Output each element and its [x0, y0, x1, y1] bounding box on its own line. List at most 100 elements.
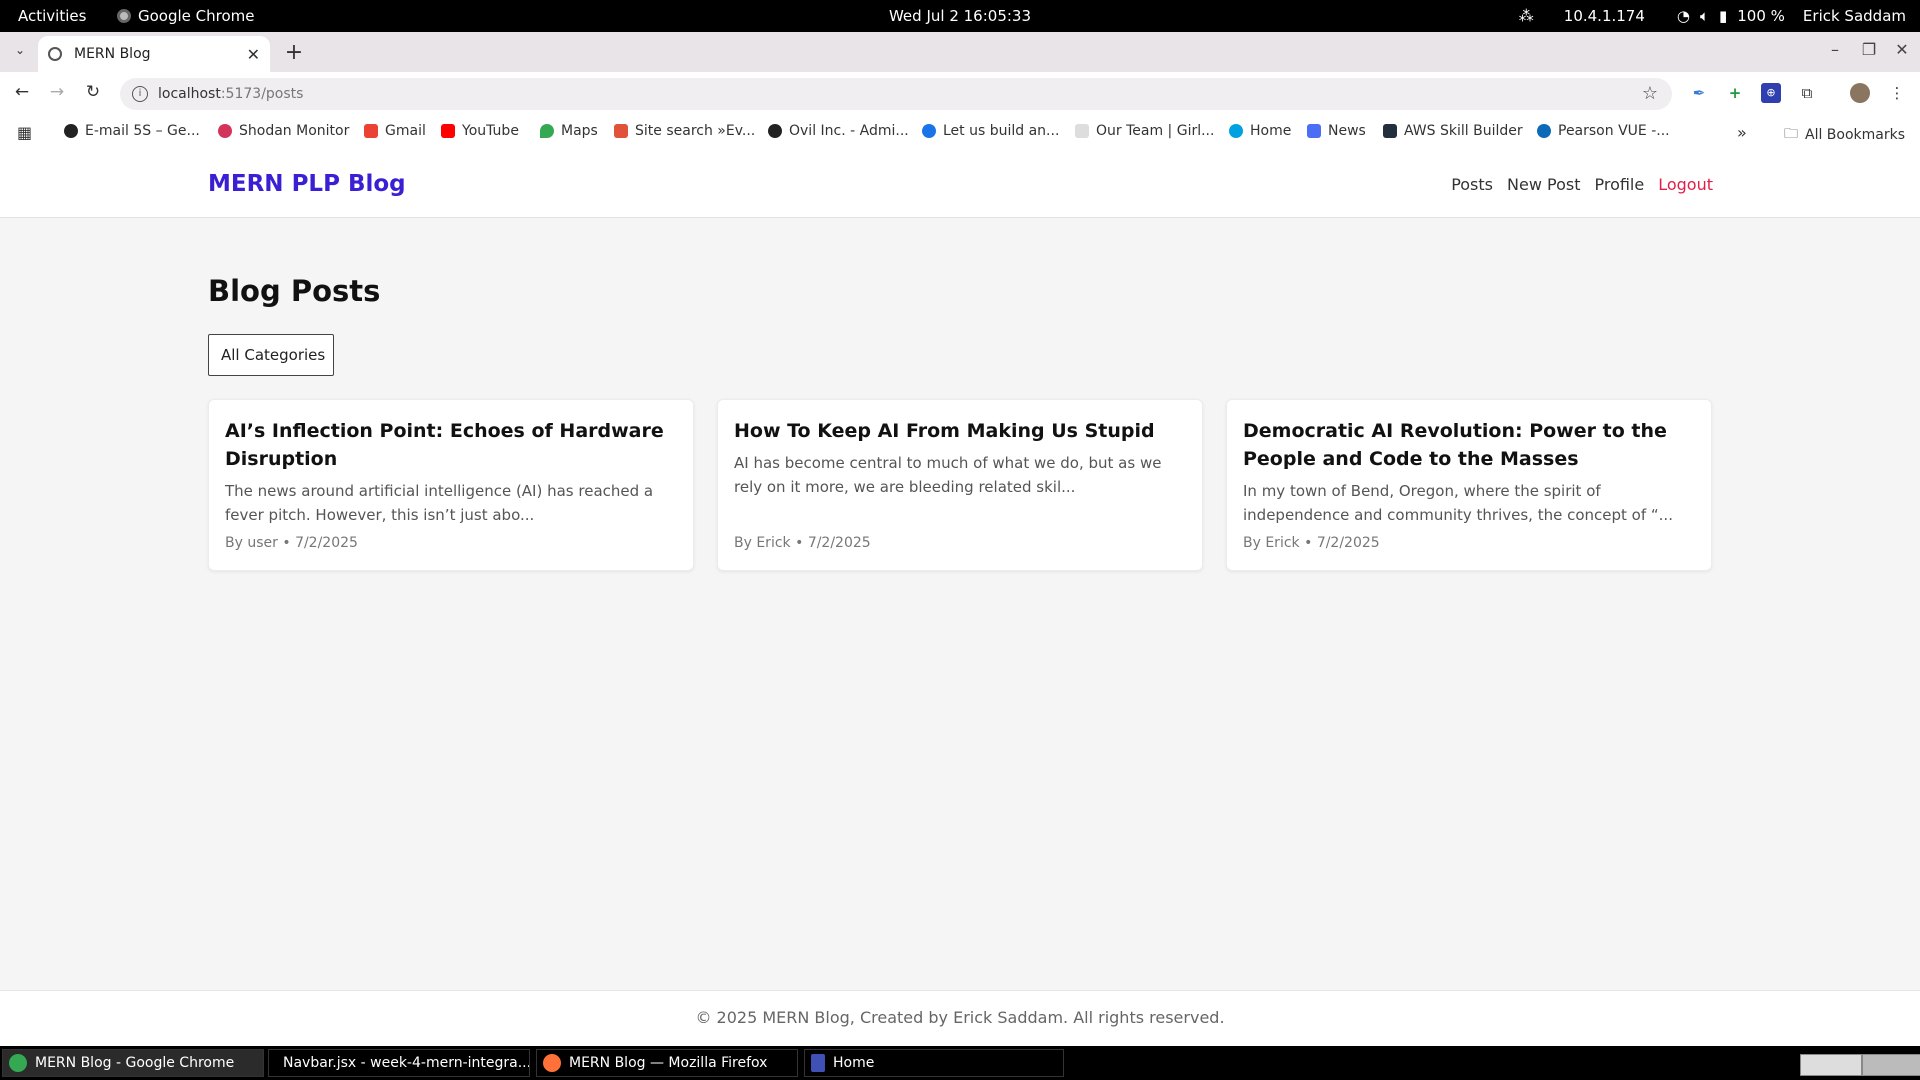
aws-icon — [1383, 124, 1397, 138]
browser-toolbar: ← → ↻ i localhost:5173/posts ☆ ✒ + ⊕ ⧉ ⋮ — [0, 72, 1920, 116]
post-card[interactable]: AI’s Inflection Point: Echoes of Hardwar… — [208, 399, 694, 571]
ip-address: 10.4.1.174 — [1563, 7, 1645, 25]
restore-icon[interactable]: ❐ — [1858, 40, 1880, 59]
post-author: By Erick — [734, 535, 791, 551]
bookmark-item[interactable]: Shodan Monitor — [218, 123, 349, 139]
browser-tab[interactable]: MERN Blog ✕ — [38, 36, 270, 72]
workspace-1[interactable] — [1800, 1054, 1862, 1076]
window-close-icon[interactable]: ✕ — [1891, 40, 1913, 59]
web-page: MERN PLP Blog Posts New Post Profile Log… — [0, 148, 1920, 1046]
bookmark-item[interactable]: Site search »Ev... — [614, 123, 755, 139]
profile-avatar[interactable] — [1850, 83, 1870, 103]
post-title[interactable]: Democratic AI Revolution: Power to the P… — [1243, 417, 1703, 473]
tab-strip: ⌄ MERN Blog ✕ + – ❐ ✕ — [0, 32, 1920, 72]
extension-pen-icon[interactable]: ✒ — [1689, 83, 1709, 103]
volume-icon: 🔈︎ — [1699, 7, 1709, 25]
bookmark-item[interactable]: News — [1307, 123, 1366, 139]
post-date: 7/2/2025 — [1316, 535, 1380, 551]
url-host: localhost — [158, 86, 221, 102]
post-date: 7/2/2025 — [807, 535, 871, 551]
page-title: Blog Posts — [208, 274, 381, 308]
post-card[interactable]: Democratic AI Revolution: Power to the P… — [1226, 399, 1712, 571]
more-bookmarks-chevron-icon[interactable]: » — [1737, 123, 1747, 142]
tab-search-chevron-down-icon[interactable]: ⌄ — [10, 43, 30, 63]
system-tray[interactable]: ⁂ 10.4.1.174 ◔ 🔈︎ ▮ 100 % Erick Saddam — [1519, 7, 1906, 25]
network-devices-icon: ⁂ — [1518, 7, 1534, 25]
site-navbar: MERN PLP Blog Posts New Post Profile Log… — [0, 148, 1920, 218]
site-brand[interactable]: MERN PLP Blog — [208, 171, 406, 197]
bookmark-item[interactable]: Gmail — [364, 123, 426, 139]
bookmark-item[interactable]: AWS Skill Builder — [1383, 123, 1523, 139]
extensions-puzzle-icon[interactable]: ⧉ — [1797, 83, 1817, 103]
taskbar-item[interactable]: MERN Blog - Google Chrome — [2, 1049, 264, 1077]
bookmark-favicon-icon — [218, 124, 232, 138]
firefox-icon — [543, 1054, 561, 1072]
taskbar: MERN Blog - Google Chrome Navbar.jsx - w… — [0, 1046, 1920, 1080]
bookmark-favicon-icon — [922, 124, 936, 138]
extension-plus-icon[interactable]: + — [1725, 83, 1745, 103]
post-author: By Erick — [1243, 535, 1300, 551]
post-title[interactable]: AI’s Inflection Point: Echoes of Hardwar… — [225, 417, 685, 473]
post-meta: By Erick • 7/2/2025 — [734, 535, 871, 551]
back-arrow-icon[interactable]: ← — [10, 82, 34, 106]
user-name: Erick Saddam — [1802, 7, 1906, 25]
nav-link-new-post[interactable]: New Post — [1507, 175, 1580, 194]
bookmark-item[interactable]: Our Team | Girl... — [1075, 123, 1214, 139]
globe-icon — [48, 47, 62, 61]
bookmark-item[interactable]: Maps — [540, 123, 598, 139]
bookmark-favicon-icon — [64, 124, 78, 138]
url-path: :5173/posts — [220, 86, 304, 102]
post-title[interactable]: How To Keep AI From Making Us Stupid — [734, 417, 1194, 445]
bookmark-item[interactable]: Home — [1229, 123, 1291, 139]
battery-level: 100 % — [1737, 7, 1785, 25]
bookmark-item[interactable]: Pearson VUE -... — [1537, 123, 1670, 139]
nav-link-profile[interactable]: Profile — [1594, 175, 1644, 194]
pearson-icon — [1537, 124, 1551, 138]
workspace-2[interactable] — [1862, 1054, 1920, 1076]
chrome-icon — [9, 1054, 27, 1072]
bookmarks-bar: ▦ E-mail 5S – Ge... Shodan Monitor Gmail… — [0, 116, 1920, 148]
site-footer: © 2025 MERN Blog, Created by Erick Sadda… — [0, 990, 1920, 1046]
new-tab-plus-icon[interactable]: + — [282, 40, 306, 65]
system-top-bar: Activities Google Chrome Wed Jul 2 16:05… — [0, 0, 1920, 32]
site-nav-links: Posts New Post Profile Logout — [1451, 175, 1713, 194]
post-author: By user — [225, 535, 278, 551]
nav-link-logout[interactable]: Logout — [1658, 175, 1713, 194]
url-text[interactable]: localhost:5173/posts — [158, 86, 303, 102]
apps-grid-icon[interactable]: ▦ — [17, 123, 32, 142]
category-select[interactable]: All Categories — [208, 334, 334, 376]
post-excerpt: AI has become central to much of what we… — [734, 454, 1162, 496]
nav-link-posts[interactable]: Posts — [1451, 175, 1493, 194]
bookmark-item[interactable]: Let us build an... — [922, 123, 1059, 139]
bookmark-item[interactable]: E-mail 5S – Ge... — [64, 123, 200, 139]
bookmark-star-icon[interactable]: ☆ — [1642, 83, 1658, 104]
taskbar-item[interactable]: MERN Blog — Mozilla Firefox — [536, 1049, 798, 1077]
post-excerpt: In my town of Bend, Oregon, where the sp… — [1243, 482, 1673, 524]
bookmark-favicon-icon — [1075, 124, 1089, 138]
bookmark-favicon-icon — [614, 124, 628, 138]
bookmark-item[interactable]: YouTube — [441, 123, 519, 139]
taskbar-item[interactable]: Home — [804, 1049, 1064, 1077]
youtube-icon — [441, 124, 455, 138]
minimize-icon[interactable]: – — [1824, 40, 1846, 59]
extension-shield-icon[interactable]: ⊕ — [1761, 83, 1781, 103]
forward-arrow-icon[interactable]: → — [45, 82, 69, 106]
maps-icon — [540, 124, 554, 138]
cloud-icon — [1229, 124, 1243, 138]
bookmark-favicon-icon — [768, 124, 782, 138]
reload-icon[interactable]: ↻ — [81, 82, 105, 106]
chrome-menu-icon[interactable]: ⋮ — [1887, 83, 1907, 103]
tab-title: MERN Blog — [74, 46, 151, 62]
address-bar[interactable]: i localhost:5173/posts ☆ — [120, 78, 1672, 110]
post-excerpt: The news around artificial intelligence … — [225, 482, 654, 524]
gmail-icon — [364, 124, 378, 138]
home-folder-icon — [811, 1054, 825, 1072]
site-info-icon[interactable]: i — [132, 86, 148, 102]
news-icon — [1307, 124, 1321, 138]
folder-icon: 🗀 — [1784, 126, 1798, 142]
bookmark-item[interactable]: Ovil Inc. - Admi... — [768, 123, 909, 139]
all-bookmarks-folder[interactable]: 🗀 All Bookmarks — [1784, 123, 1905, 147]
post-card[interactable]: How To Keep AI From Making Us Stupid AI … — [717, 399, 1203, 571]
taskbar-item[interactable]: Navbar.jsx - week-4-mern-integra... — [268, 1049, 530, 1077]
tab-close-icon[interactable]: ✕ — [247, 45, 260, 64]
